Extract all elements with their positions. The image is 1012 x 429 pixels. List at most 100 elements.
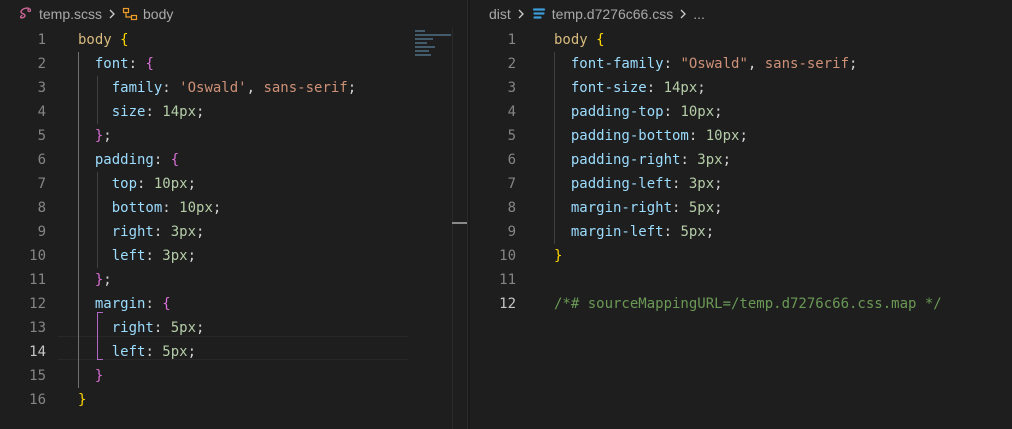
code-token: : — [145, 344, 163, 360]
code-token: right — [111, 224, 154, 240]
line-number: 9 — [37, 224, 46, 240]
code-line[interactable]: 6 padding-right: 3px; — [470, 148, 1012, 172]
breadcrumb-file-label: temp.scss — [39, 6, 103, 22]
code-text: font-size: 14px; — [554, 76, 706, 100]
code-line[interactable]: 14 left: 5px; — [0, 340, 467, 364]
line-number: 8 — [507, 200, 516, 216]
code-line[interactable]: 3 family: 'Oswald', sans-serif; — [0, 76, 467, 100]
line-number: 2 — [37, 56, 46, 72]
code-token: , — [747, 56, 765, 72]
code-line[interactable]: 10} — [470, 244, 1012, 268]
code-token: margin-left — [570, 224, 664, 240]
code-line[interactable]: 11 — [470, 268, 1012, 292]
breadcrumb-symbol[interactable]: ... — [693, 6, 705, 22]
line-number: 1 — [507, 32, 516, 48]
css-file-icon — [531, 6, 547, 22]
code-text: padding: { — [78, 148, 179, 172]
code-text: }; — [78, 268, 112, 292]
code-token: ; — [347, 80, 357, 96]
code-token: 'Oswald' — [179, 80, 247, 96]
code-line[interactable]: 4 padding-top: 10px; — [470, 100, 1012, 124]
code-token: body — [78, 32, 112, 48]
code-line[interactable]: 8 bottom: 10px; — [0, 196, 467, 220]
code-token: : — [137, 176, 154, 192]
code-token: family — [111, 80, 163, 96]
code-editor-scss[interactable]: 1 body {2 font: {3 family: 'Oswald', sans… — [0, 28, 467, 429]
code-token: : — [153, 224, 171, 240]
code-token: : — [663, 104, 681, 120]
line-number: 13 — [29, 320, 46, 336]
breadcrumb-symbol-label: ... — [693, 6, 705, 22]
code-line[interactable]: 5 }; — [0, 124, 467, 148]
code-editor-css[interactable]: 1 body {2 font-family: "Oswald", sans-ser… — [470, 28, 1012, 429]
code-token: 14px — [663, 80, 698, 96]
code-text: margin-right: 5px; — [554, 196, 723, 220]
code-line[interactable]: 2 font-family: "Oswald", sans-serif; — [470, 52, 1012, 76]
code-line[interactable]: 7 top: 10px; — [0, 172, 467, 196]
code-line[interactable]: 3 font-size: 14px; — [470, 76, 1012, 100]
code-token: 10px — [153, 176, 188, 192]
code-token: : — [646, 80, 664, 96]
code-text: padding-left: 3px; — [554, 172, 723, 196]
line-number: 8 — [37, 200, 46, 216]
code-line[interactable]: 6 padding: { — [0, 148, 467, 172]
line-number: 9 — [507, 224, 516, 240]
code-line[interactable]: 1 body { — [470, 28, 1012, 52]
code-line[interactable]: 12 /*# sourceMappingURL=/temp.d7276c66.cs… — [470, 292, 1012, 316]
code-line[interactable]: 5 padding-bottom: 10px; — [470, 124, 1012, 148]
breadcrumb-file[interactable]: temp.scss — [18, 6, 102, 22]
code-token: size — [111, 104, 146, 120]
code-text: body { — [78, 28, 129, 52]
editor-pane-css[interactable]: dist temp.d7276c66.css ... 1 body {2 font… — [470, 0, 1012, 429]
minimap[interactable] — [415, 30, 455, 60]
code-line[interactable]: 11 }; — [0, 268, 467, 292]
code-token: ; — [722, 152, 732, 168]
code-token: : — [663, 224, 681, 240]
code-text: right: 3px; — [78, 220, 205, 244]
code-token: right — [111, 320, 154, 336]
code-token: ; — [196, 320, 205, 336]
code-line[interactable]: 4 size: 14px; — [0, 100, 467, 124]
code-line[interactable]: 1 body { — [0, 28, 467, 52]
breadcrumb-file[interactable]: temp.d7276c66.css — [531, 6, 673, 22]
code-token: left — [111, 344, 146, 360]
code-line[interactable]: 15 } — [0, 364, 467, 388]
code-token: : — [145, 248, 163, 264]
code-line[interactable]: 9 right: 3px; — [0, 220, 467, 244]
code-token: 5px — [688, 200, 715, 216]
breadcrumb-symbol[interactable]: body — [122, 6, 173, 22]
code-line[interactable]: 7 padding-left: 3px; — [470, 172, 1012, 196]
breadcrumb-folder[interactable]: dist — [489, 6, 511, 22]
code-token: : — [153, 320, 171, 336]
code-line[interactable]: 16} — [0, 388, 467, 412]
editor-pane-scss[interactable]: temp.scss body 1 body {2 font: {3 family:… — [0, 0, 467, 429]
code-token: 5px — [170, 320, 197, 336]
code-token: ; — [849, 56, 858, 72]
code-line[interactable]: 2 font: { — [0, 52, 467, 76]
code-line[interactable]: 10 left: 3px; — [0, 244, 467, 268]
code-token: sans-serif — [764, 56, 850, 72]
code-token: : — [672, 176, 689, 192]
code-token: ; — [212, 200, 222, 216]
code-text: padding-bottom: 10px; — [554, 124, 748, 148]
code-line[interactable]: 9 margin-left: 5px; — [470, 220, 1012, 244]
code-line[interactable]: 8 margin-right: 5px; — [470, 196, 1012, 220]
chevron-right-icon — [517, 8, 525, 20]
code-text: /*# sourceMappingURL=/temp.d7276c66.css.… — [554, 292, 942, 316]
code-token: sans-serif — [263, 80, 348, 96]
code-token: 3px — [697, 152, 723, 168]
code-line[interactable]: 13 right: 5px; — [0, 316, 467, 340]
code-token: : — [680, 152, 698, 168]
code-line[interactable]: 12 margin: { — [0, 292, 467, 316]
code-text: family: 'Oswald', sans-serif; — [78, 76, 356, 100]
code-token: 14px — [162, 104, 197, 120]
vertical-scrollbar[interactable] — [452, 28, 467, 429]
